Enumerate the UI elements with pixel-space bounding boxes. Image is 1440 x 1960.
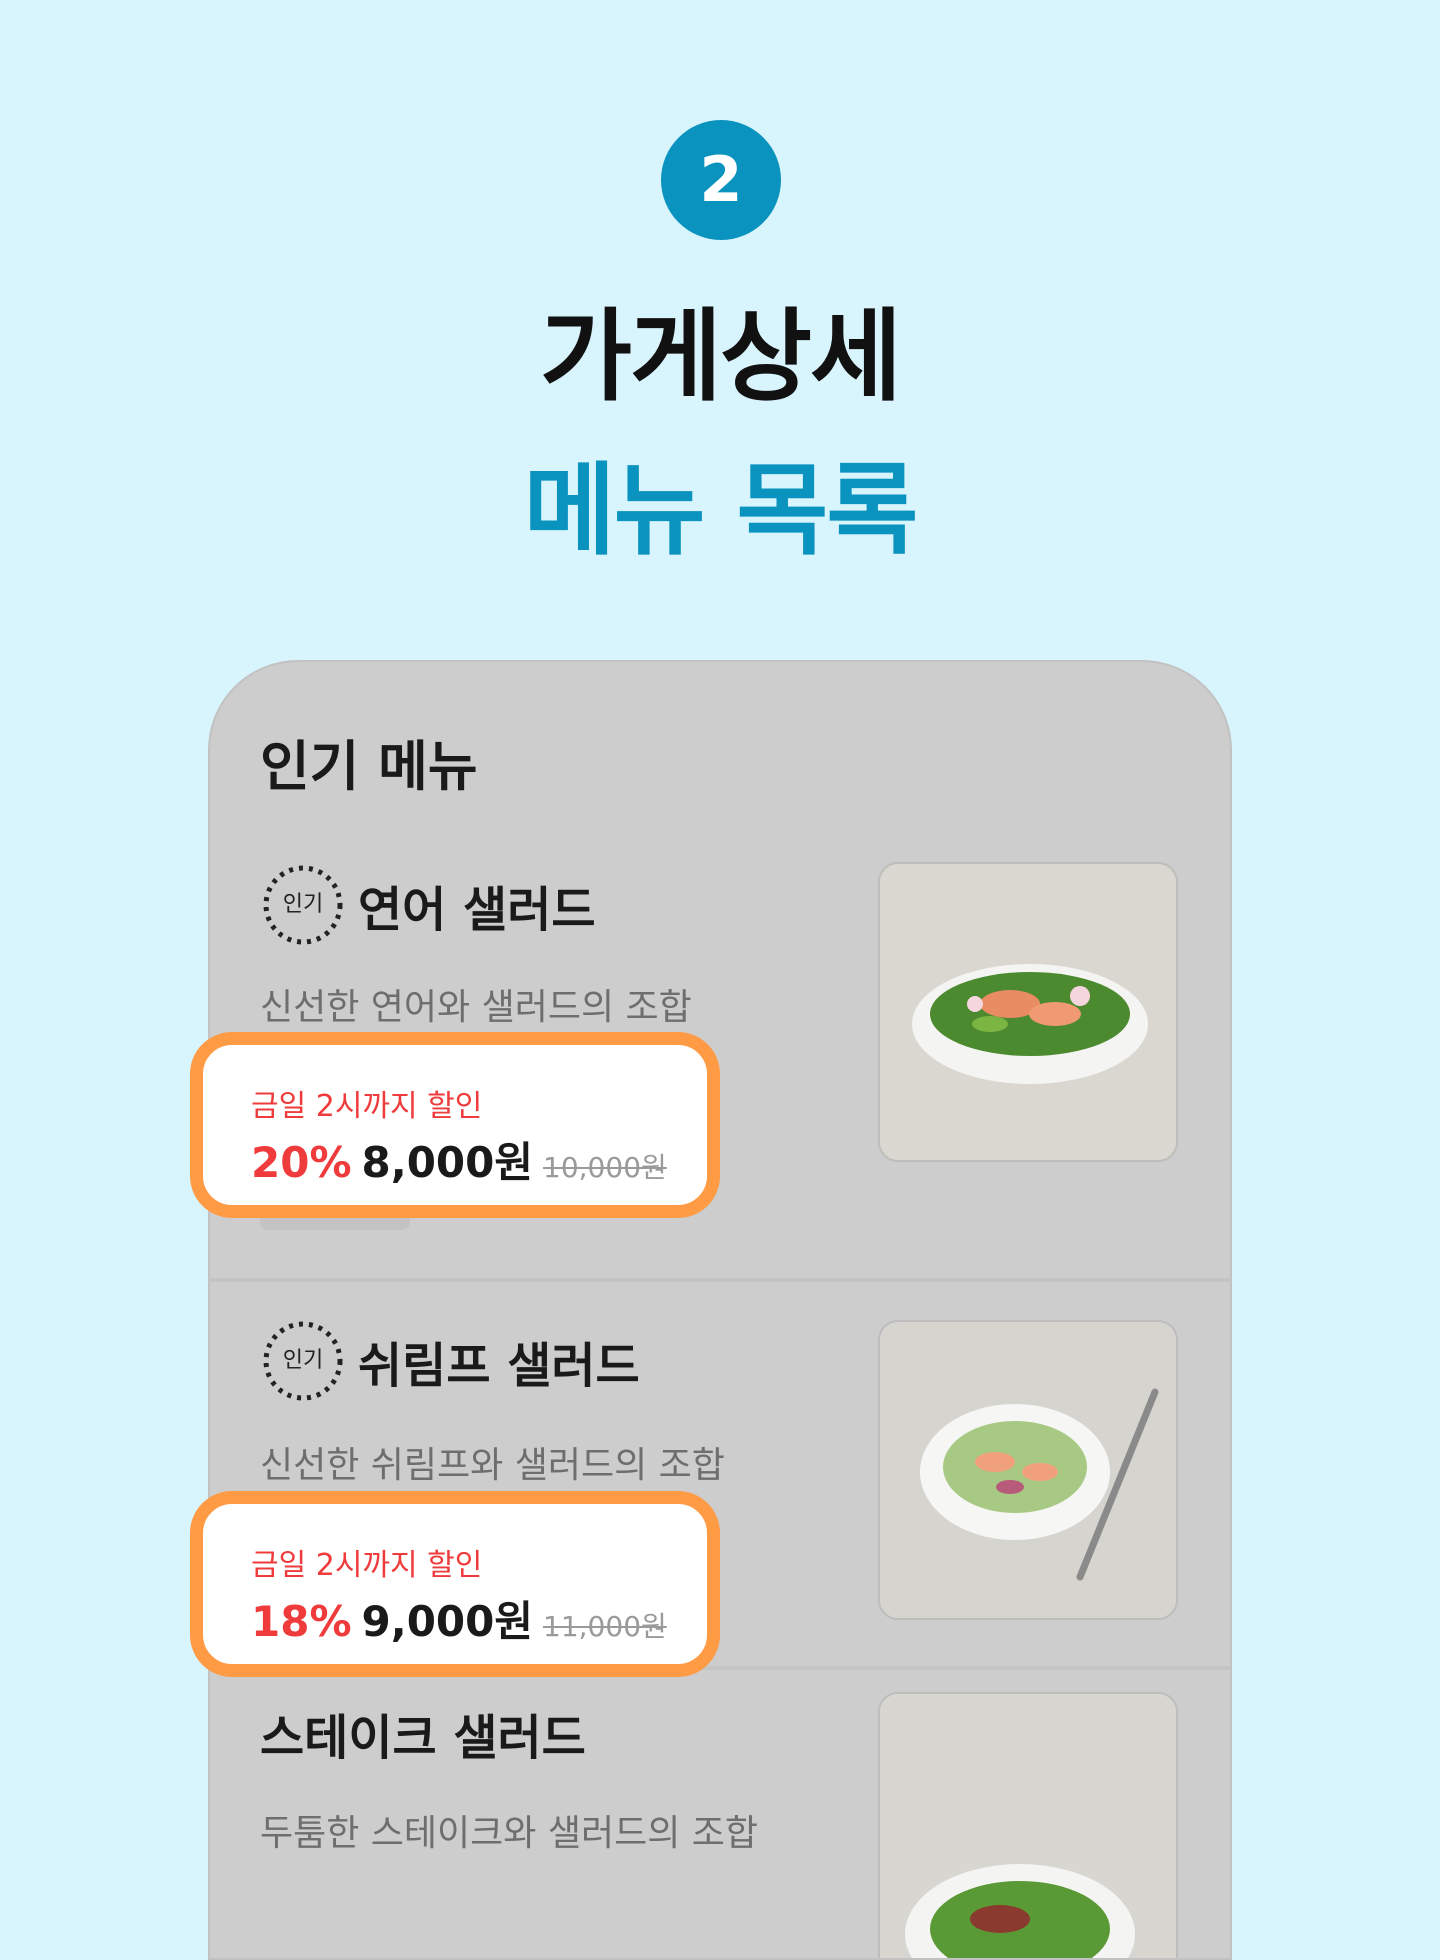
popular-badge-icon: 인기 xyxy=(260,1318,346,1404)
price-row: 18% 9,000원 11,000원 xyxy=(251,1588,667,1649)
popular-badge-label: 인기 xyxy=(282,1348,324,1373)
menu-item-name: 쉬림프 샐러드 xyxy=(358,1338,640,1394)
salmon-salad-photo[interactable] xyxy=(878,862,1178,1162)
discounted-price: 9,000원 xyxy=(361,1597,534,1646)
original-price: 10,000원 xyxy=(543,1151,667,1184)
menu-item-name-row: 스테이크 샐러드 xyxy=(260,1698,586,1768)
menu-item-description: 신선한 쉬림프와 샐러드의 조합 xyxy=(260,1445,725,1486)
menu-item-description: 신선한 연어와 샐러드의 조합 xyxy=(260,987,692,1028)
menu-item-name-row: 인기 쉬림프 샐러드 xyxy=(260,1318,640,1404)
discount-time-label: 금일 2시까지 할인 xyxy=(251,1089,483,1124)
discount-percent: 18% xyxy=(251,1597,352,1646)
discount-highlight-box[interactable]: 금일 2시까지 할인 18% 9,000원 11,000원 xyxy=(190,1491,720,1677)
discounted-price: 8,000원 xyxy=(361,1138,534,1187)
menu-item-name: 스테이크 샐러드 xyxy=(260,1710,586,1766)
headline-subtitle: 메뉴 목록 xyxy=(523,452,919,569)
discount-percent: 20% xyxy=(251,1138,352,1187)
discount-highlight-box[interactable]: 금일 2시까지 할인 20% 8,000원 10,000원 xyxy=(190,1032,720,1218)
headline-title: 가게상세 xyxy=(540,298,902,415)
popular-badge-icon: 인기 xyxy=(260,862,346,948)
original-price: 11,000원 xyxy=(543,1610,667,1643)
menu-item-description: 두툼한 스테이크와 샐러드의 조합 xyxy=(260,1813,759,1854)
step-number-badge: 2 xyxy=(661,120,781,240)
shrimp-salad-photo[interactable] xyxy=(878,1320,1178,1620)
steak-salad-photo[interactable] xyxy=(878,1692,1178,1958)
menu-item-name: 연어 샐러드 xyxy=(358,882,596,938)
discount-time-label: 금일 2시까지 할인 xyxy=(251,1548,483,1583)
phone-screen: 인기 메뉴 인기 연어 샐러드 신선한 연어와 샐러드의 조합 인기 쉬림프 샐… xyxy=(208,660,1232,1960)
menu-item-name-row: 인기 연어 샐러드 xyxy=(260,862,596,948)
menu-item[interactable]: 스테이크 샐러드 두툼한 스테이크와 샐러드의 조합 xyxy=(210,1670,1230,1958)
price-row: 20% 8,000원 10,000원 xyxy=(251,1129,667,1190)
popular-badge-label: 인기 xyxy=(282,892,324,917)
